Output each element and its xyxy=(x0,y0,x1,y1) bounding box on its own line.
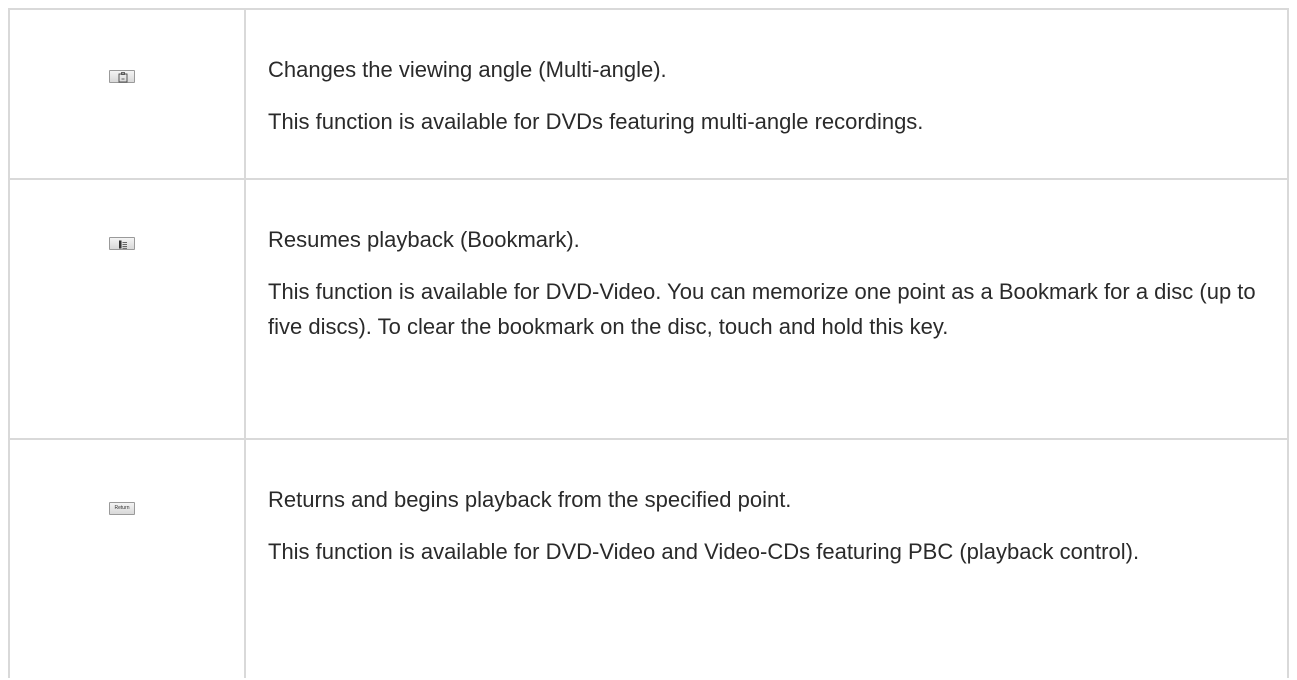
icon-cell xyxy=(10,180,246,440)
row-description: This function is available for DVD-Video… xyxy=(268,279,1256,339)
table-row: Return Returns and begins playback from … xyxy=(8,438,1289,678)
key-description-table: Changes the viewing angle (Multi-angle).… xyxy=(0,0,1297,680)
icon-cell xyxy=(10,10,246,180)
row-title: Changes the viewing angle (Multi-angle). xyxy=(268,57,667,82)
description-cell: Resumes playback (Bookmark). This functi… xyxy=(268,180,1267,344)
row-description: This function is available for DVDs feat… xyxy=(268,109,924,134)
return-key-label: Return xyxy=(114,505,130,511)
row-description: This function is available for DVD-Video… xyxy=(268,539,1140,564)
description-cell: Changes the viewing angle (Multi-angle).… xyxy=(268,10,1267,139)
table-row: Changes the viewing angle (Multi-angle).… xyxy=(8,8,1289,180)
icon-cell: Return xyxy=(10,440,246,678)
table-row: Resumes playback (Bookmark). This functi… xyxy=(8,178,1289,440)
row-title: Resumes playback (Bookmark). xyxy=(268,227,580,252)
description-cell: Returns and begins playback from the spe… xyxy=(268,440,1267,569)
row-title: Returns and begins playback from the spe… xyxy=(268,487,792,512)
return-key-icon: Return xyxy=(109,502,135,515)
bookmark-key-icon xyxy=(109,237,135,250)
multi-angle-key-icon xyxy=(109,70,135,83)
